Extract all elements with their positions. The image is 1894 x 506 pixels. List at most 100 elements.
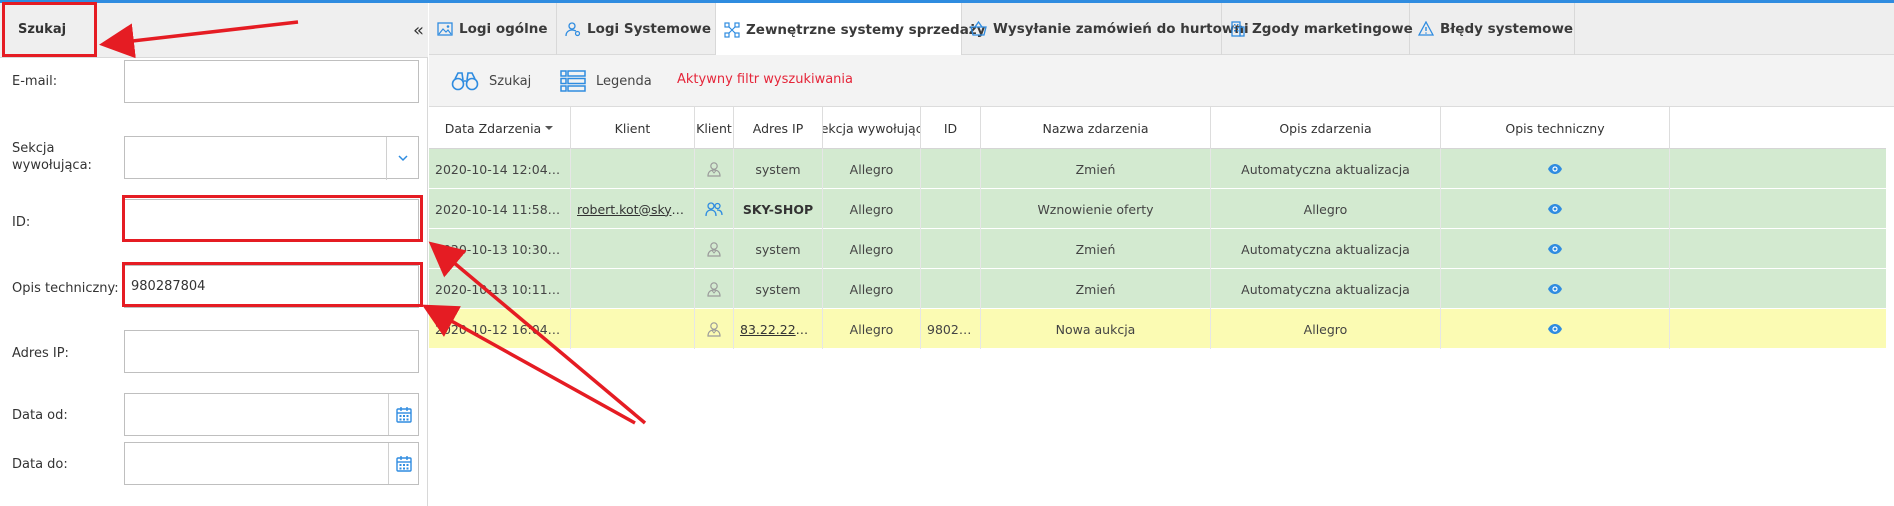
users-icon [705, 201, 723, 217]
cell-ip: system [734, 149, 823, 189]
table-row[interactable]: 2020-10-14 11:58:32robert.kot@sky-sho...… [429, 189, 1886, 229]
cell-text: 98028... [927, 321, 979, 337]
column-header-id[interactable]: ID [921, 107, 981, 149]
warning-icon [1418, 21, 1434, 36]
cell-ip: 83.22.228.21 [734, 309, 823, 349]
cell-tech-icon[interactable] [1441, 309, 1670, 349]
cell-text: Allegro [849, 321, 894, 337]
column-header-event-desc[interactable]: Opis zdarzenia [1211, 107, 1441, 149]
cell-tech-icon[interactable] [1441, 269, 1670, 309]
section-row: Sekcja wywołująca: [0, 134, 428, 182]
eye-icon[interactable] [1547, 243, 1563, 255]
cell-ip: SKY-SHOP [734, 189, 823, 229]
cell-section: Allegro [823, 229, 921, 269]
ip-row: Adres IP: [0, 328, 428, 376]
cell-text: Automatyczna aktualizacja [1241, 241, 1410, 257]
calendar-icon[interactable] [388, 394, 418, 435]
column-header-date[interactable]: Data Zdarzenia [429, 107, 571, 149]
cell-date: 2020-10-12 16:04:29 [429, 309, 571, 349]
cell-text: Zmień [1075, 281, 1116, 297]
user-gear-icon [565, 22, 581, 37]
building-icon [1231, 21, 1245, 37]
sort-down-icon [545, 126, 554, 130]
cell-text: Automatyczna aktualizacja [1241, 161, 1410, 177]
legend-button[interactable]: Legenda [560, 55, 652, 107]
cell-tech-icon[interactable] [1441, 189, 1670, 229]
cell-text: Allegro [849, 161, 894, 177]
cell-date: 2020-10-14 11:58:32 [429, 189, 571, 229]
cell-desc: Automatyczna aktualizacja [1211, 229, 1441, 269]
id-field[interactable] [124, 199, 419, 242]
tab-logi-ogolne[interactable]: Logi ogólne [429, 3, 557, 55]
cell-date: 2020-10-13 10:11:03 [429, 269, 571, 309]
cell-text: Automatyczna aktualizacja [1241, 281, 1410, 297]
cell-desc: Automatyczna aktualizacja [1211, 149, 1441, 189]
tech-description-field[interactable] [124, 265, 419, 308]
ip-field[interactable] [124, 330, 419, 373]
cell-text: system [755, 281, 801, 297]
eye-icon[interactable] [1547, 163, 1563, 175]
eye-icon[interactable] [1547, 203, 1563, 215]
table-row[interactable]: 2020-10-13 10:11:03 system Allegro Zmień Aut… [429, 269, 1886, 309]
tab-zewnetrzne-systemy[interactable]: Zewnętrzne systemy sprzedaży [716, 3, 985, 56]
date-from-field[interactable] [124, 393, 419, 436]
cell-text: system [755, 241, 801, 257]
tab-zgody-marketingowe[interactable]: Zgody marketingowe [1222, 3, 1413, 55]
cell-desc: Automatyczna aktualizacja [1211, 269, 1441, 309]
toolbar: Szukaj Legenda Aktywny filtr wyszukiwani… [429, 55, 1894, 107]
cell-text[interactable]: 83.22.228.21 [734, 322, 822, 337]
tab-label: Logi Systemowe [587, 21, 712, 37]
chevron-down-icon[interactable] [386, 137, 419, 180]
tab-logi-systemowe[interactable]: Logi Systemowe [557, 3, 716, 55]
tab-bledy-systemowe[interactable]: Błędy systemowe [1410, 3, 1575, 55]
cell-tech-icon[interactable] [1441, 229, 1670, 269]
eye-icon[interactable] [1547, 283, 1563, 295]
section-label-line2: wywołująca: [12, 158, 92, 173]
column-header-section[interactable]: Sekcja wywołująca [823, 107, 921, 149]
date-to-label: Data do: [12, 457, 68, 472]
tech-label: Opis techniczny: [12, 281, 119, 296]
collapse-panel-button[interactable]: « [413, 20, 424, 41]
id-label: ID: [12, 215, 31, 230]
cell-text[interactable]: robert.kot@sky-sho... [571, 202, 694, 217]
tab-wysylanie-zamowien[interactable]: Wysyłanie zamówień do hurtowni [962, 3, 1249, 55]
cell-client-icon [695, 229, 734, 269]
tab-label: Logi ogólne [459, 21, 548, 37]
ip-label: Adres IP: [12, 346, 69, 361]
email-field[interactable] [124, 60, 419, 103]
cell-text: 2020-10-13 10:11:03 [435, 281, 568, 297]
cell-text: Allegro [849, 201, 894, 217]
search-button[interactable]: Szukaj [451, 55, 531, 107]
cell-text: Zmień [1075, 241, 1116, 257]
column-header-client[interactable]: Klient [571, 107, 695, 149]
active-filter-indicator[interactable]: Aktywny filtr wyszukiwania [677, 72, 853, 87]
cell-text: Wznowienie oferty [1037, 201, 1154, 217]
column-header-ip[interactable]: Adres IP [734, 107, 823, 149]
cell-id [921, 189, 981, 229]
cell-id [921, 149, 981, 189]
tab-bar: Logi ogólne Logi Systemowe Zewnętrzne sy… [429, 3, 1894, 56]
cell-tech-icon[interactable] [1441, 149, 1670, 189]
cell-section: Allegro [823, 309, 921, 349]
calendar-icon[interactable] [388, 443, 418, 484]
cell-client [571, 269, 695, 309]
section-label-line1: Sekcja [12, 141, 55, 156]
eye-icon[interactable] [1547, 323, 1563, 335]
column-header-client-icon[interactable]: Klient [695, 107, 734, 149]
column-header-tech-desc[interactable]: Opis techniczny [1441, 107, 1670, 149]
user-icon [706, 321, 722, 337]
column-header-event-name[interactable]: Nazwa zdarzenia [981, 107, 1211, 149]
cell-event: Zmień [981, 149, 1211, 189]
section-select[interactable] [124, 136, 419, 180]
cell-text: Zmień [1075, 161, 1116, 177]
cell-text: Allegro [849, 281, 894, 297]
cell-client [571, 149, 695, 189]
table-row[interactable]: 2020-10-13 10:30:02 system Allegro Zmień Aut… [429, 229, 1886, 269]
email-label: E-mail: [12, 74, 58, 89]
table-row[interactable]: 2020-10-14 12:04:00 system Allegro Zmień Aut… [429, 149, 1886, 189]
section-label: Sekcja wywołująca: [12, 140, 92, 174]
cell-client [571, 309, 695, 349]
table-row[interactable]: 2020-10-12 16:04:29 83.22.228.21 Allegro 98… [429, 309, 1886, 349]
date-to-field[interactable] [124, 442, 419, 485]
tab-label: Wysyłanie zamówień do hurtowni [993, 21, 1249, 37]
